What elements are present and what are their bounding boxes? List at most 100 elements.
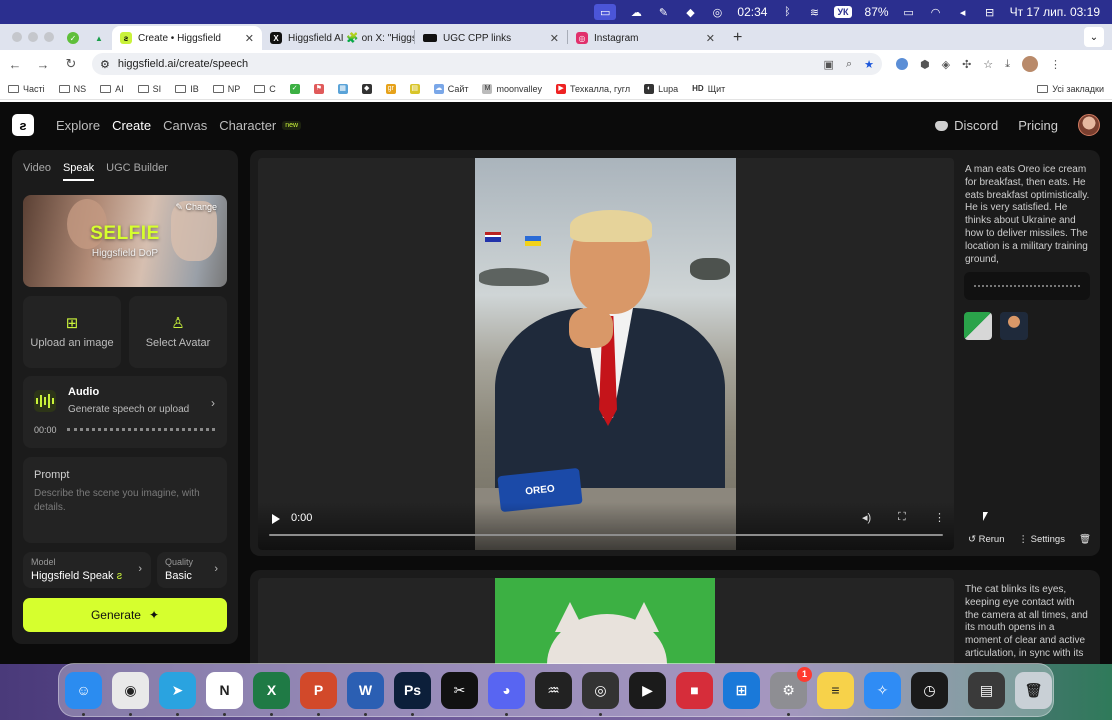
dock-chrome-icon[interactable]: ◉ [112, 671, 149, 716]
fullscreen-icon[interactable]: ⛶ [898, 511, 906, 524]
extension-shield-icon[interactable]: ◈ [942, 58, 950, 71]
tab-search-chevron-icon[interactable]: ⌄ [1084, 27, 1104, 47]
dock-settings-icon[interactable]: ⚙ 1 [770, 666, 812, 716]
tab-instagram[interactable]: ◎ Instagram ✕ [568, 26, 723, 50]
dock-notion-icon[interactable]: N [206, 671, 243, 716]
close-window-button[interactable] [12, 32, 22, 42]
bookmark-youtube[interactable]: ▶ Техкалла, гугл [556, 83, 630, 94]
change-preset-button[interactable]: ✎ Change [175, 202, 217, 213]
audio-preview[interactable] [964, 272, 1090, 300]
play-icon[interactable] [272, 514, 280, 524]
tab-ugc-builder[interactable]: UGC Builder [106, 162, 168, 181]
feather-icon[interactable]: ✎ [656, 5, 670, 19]
model-select[interactable]: Model Higgsfield Speak ƨ › [23, 552, 151, 588]
bookmark-site[interactable]: ☁ Сайт [433, 83, 468, 94]
install-app-icon[interactable]: ▣ [824, 58, 834, 71]
quality-select[interactable]: Quality Basic › [157, 552, 227, 588]
volume-icon[interactable]: ◂ [956, 5, 970, 19]
bluetooth-icon[interactable]: ᛒ [780, 5, 794, 19]
video-player[interactable] [258, 578, 954, 664]
bookmark-folder[interactable]: C [254, 84, 276, 94]
reload-icon[interactable]: ↻ [64, 56, 78, 72]
higgsfield-logo-icon[interactable]: ƨ [12, 114, 34, 136]
wifi-icon[interactable]: ◠ [929, 5, 943, 19]
new-tab-button[interactable]: + [723, 26, 752, 50]
url-text[interactable]: higgsfield.ai/create/speech [118, 58, 248, 70]
dock-discord-icon[interactable]: ◕ [488, 671, 525, 716]
tab-higgsfield-x[interactable]: X Higgsfield AI 🧩 on X: "Higgs ✕ [262, 26, 414, 50]
dock-player-icon[interactable]: ▶ [629, 671, 666, 709]
bookmark-folder[interactable]: AI [100, 84, 124, 94]
bookmark-lupa[interactable]: ◐ Lupa [644, 83, 678, 94]
reference-thumbnail[interactable] [1000, 312, 1028, 340]
nav-create[interactable]: Create [112, 118, 151, 133]
zoom-icon[interactable]: ⌕ [846, 58, 852, 71]
zoom-window-button[interactable] [44, 32, 54, 42]
close-tab-icon[interactable]: ✕ [550, 32, 559, 45]
prompt-field[interactable]: Prompt Describe the scene you imagine, w… [23, 457, 227, 543]
close-tab-icon[interactable]: ✕ [706, 32, 715, 45]
bookmark-moonvalley[interactable]: Mmoonvalley [482, 83, 542, 94]
extensions-puzzle-icon[interactable]: ✣ [962, 58, 971, 71]
mute-icon[interactable]: ◂) [862, 511, 871, 524]
nav-character[interactable]: Character [219, 118, 276, 133]
audio-waveform[interactable] [67, 428, 215, 432]
control-center-icon[interactable]: ⊟ [983, 5, 997, 19]
dock-finder-icon[interactable]: ☺ [65, 671, 102, 716]
site-info-icon[interactable]: ⚙ [100, 58, 110, 71]
dock-preview-icon[interactable]: ▤ [968, 671, 1005, 709]
dock-audio-icon[interactable]: ♒ [535, 671, 572, 709]
preset-card[interactable]: SELFIE Higgsfield DoP ✎ Change [23, 195, 227, 287]
bookmark-star-icon[interactable]: ★ [864, 58, 874, 71]
dock-clock-icon[interactable]: ◷ [911, 671, 948, 709]
tab-create-higgsfield[interactable]: ƨ Create • Higgsfield ✕ [112, 26, 262, 50]
dock-stop-icon[interactable]: ■ [676, 671, 713, 709]
video-progress-bar[interactable] [269, 534, 943, 536]
dock-notes-icon[interactable]: ≡ [817, 671, 854, 709]
extension-hex-icon[interactable]: ⬢ [920, 58, 930, 71]
dock-windows-icon[interactable]: ⊞ [723, 671, 760, 709]
generate-button[interactable]: Generate ✦ [23, 598, 227, 632]
browser-menu-icon[interactable]: ⋮ [1050, 58, 1061, 71]
back-icon[interactable]: ← [8, 57, 22, 72]
rerun-button[interactable]: ↺ Rerun [968, 534, 1004, 545]
bookmark-folder[interactable]: NP [212, 84, 240, 94]
dock-powerpoint-icon[interactable]: P [300, 671, 337, 716]
pinned-tab-1[interactable]: ✓ [60, 26, 86, 50]
more-options-icon[interactable]: ⋮ [934, 511, 945, 524]
pinned-tab-2[interactable]: ▲ [86, 26, 112, 50]
dock-photoshop-icon[interactable]: Ps [394, 671, 431, 716]
tab-video[interactable]: Video [23, 162, 51, 181]
user-avatar[interactable] [1078, 114, 1100, 136]
menubar-timer[interactable]: 02:34 [737, 5, 767, 19]
forward-icon[interactable]: → [36, 57, 50, 72]
input-language[interactable]: УК [834, 6, 852, 18]
dock-telegram-icon[interactable]: ➤ [159, 671, 196, 716]
minimize-window-button[interactable] [28, 32, 38, 42]
all-bookmarks[interactable]: Усі закладки [1037, 84, 1104, 94]
address-bar[interactable]: ⚙ higgsfield.ai/create/speech ▣ ⌕ ★ [92, 53, 882, 75]
video-player[interactable]: OREO 0:00 ◂) ⛶ ⋮ [258, 158, 954, 550]
bookmark-folder[interactable]: NS [58, 84, 86, 94]
reference-thumbnail[interactable] [964, 312, 992, 340]
bookmark-item[interactable]: ◆ [361, 83, 372, 94]
settings-button[interactable]: ⋮ Settings [1018, 534, 1064, 545]
layers-icon[interactable]: ≋ [807, 5, 821, 19]
dock-safari-icon[interactable]: ✧ [864, 671, 901, 709]
delete-icon[interactable]: 🗑 [1079, 534, 1091, 545]
bookmark-item[interactable]: ⚑ [313, 83, 324, 94]
bookmark-folder[interactable]: SI [137, 84, 161, 94]
dock-word-icon[interactable]: W [347, 671, 384, 716]
profile-avatar[interactable] [1022, 56, 1039, 72]
download-icon[interactable]: ⤓ [1005, 58, 1010, 71]
bookmark-item[interactable]: ▤ [409, 83, 420, 94]
extension-icon[interactable] [896, 58, 908, 70]
tab-ugc-cpp-links[interactable]: UGC CPP links ✕ [415, 26, 567, 50]
menubar-clock[interactable]: Чт 17 лип. 03:19 [1010, 5, 1100, 19]
select-avatar-button[interactable]: ♙ Select Avatar [129, 296, 227, 368]
nav-discord[interactable]: Discord [935, 118, 998, 133]
dock-trash-icon[interactable]: 🗑 [1015, 671, 1052, 709]
upload-image-button[interactable]: ⊞ Upload an image [23, 296, 121, 368]
nav-canvas[interactable]: Canvas [163, 118, 207, 133]
airdrop-icon[interactable]: ◎ [710, 5, 724, 19]
